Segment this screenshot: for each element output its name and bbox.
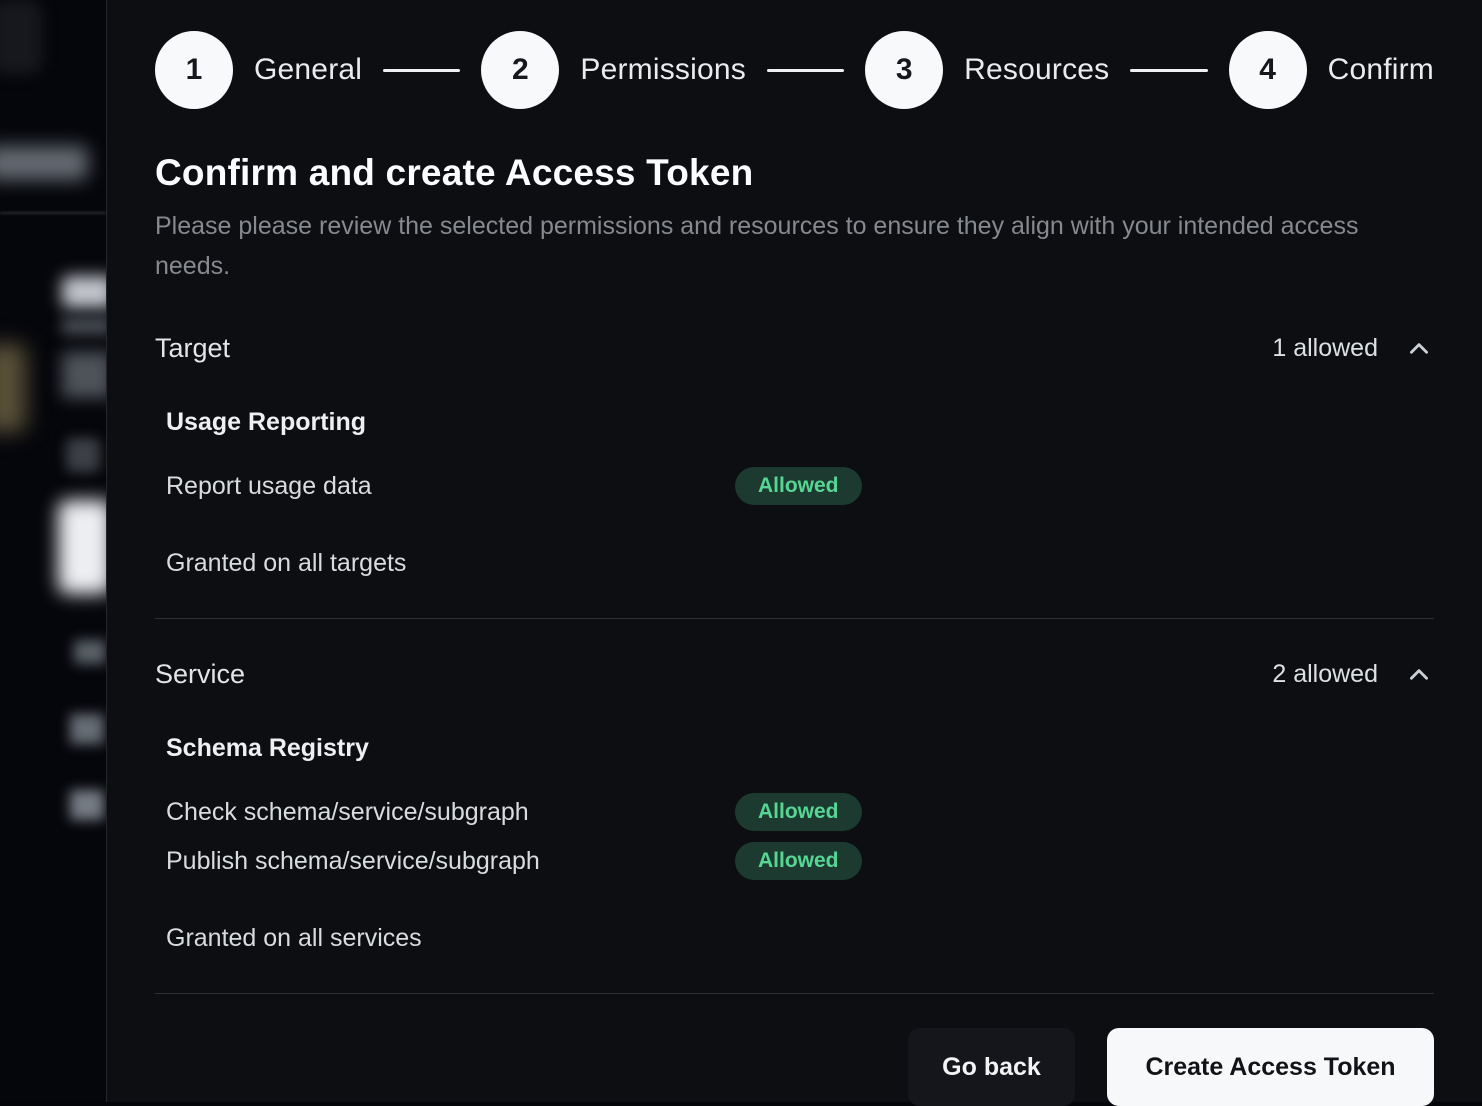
service-section-header: Service 2 allowed (155, 659, 1434, 690)
permission-label: Publish schema/service/subgraph (166, 847, 735, 876)
step-label: General (254, 53, 362, 87)
step-confirm[interactable]: 4 Confirm (1229, 31, 1434, 109)
footer-divider (155, 993, 1434, 994)
service-section-title: Service (155, 659, 245, 690)
permission-row: Publish schema/service/subgraph Allowed (166, 842, 1434, 880)
step-number-circle: 4 (1229, 31, 1307, 109)
service-granted-note: Granted on all services (166, 924, 1434, 953)
blurred-heading-text (62, 276, 106, 308)
step-label: Confirm (1328, 53, 1434, 87)
step-connector (1130, 69, 1207, 72)
schema-registry-permissions: Check schema/service/subgraph Allowed Pu… (166, 793, 1434, 880)
go-back-button[interactable]: Go back (908, 1028, 1075, 1106)
service-allowed-count: 2 allowed (1272, 660, 1378, 689)
schema-registry-group: Schema Registry Check schema/service/sub… (155, 734, 1434, 880)
step-connector (383, 69, 460, 72)
page-subtitle: Please please review the selected permis… (155, 206, 1390, 286)
blurred-list-item (74, 640, 106, 664)
permission-row: Check schema/service/subgraph Allowed (166, 793, 1434, 831)
chevron-up-icon (1406, 336, 1432, 362)
target-granted-note: Granted on all targets (166, 549, 1434, 578)
target-section-header: Target 1 allowed (155, 333, 1434, 364)
blurred-body-text (62, 352, 106, 398)
step-general[interactable]: 1 General (155, 31, 362, 109)
permission-row: Report usage data Allowed (166, 467, 1434, 505)
step-resources[interactable]: 3 Resources (865, 31, 1109, 109)
blurred-body-text (62, 318, 106, 334)
create-access-token-button[interactable]: Create Access Token (1107, 1028, 1434, 1106)
blurred-accent-panel (0, 344, 26, 432)
step-label: Resources (964, 53, 1109, 87)
blurred-list-item (70, 790, 104, 820)
service-section-summary: 2 allowed (1272, 660, 1434, 690)
permission-label: Report usage data (166, 472, 735, 501)
blurred-divider (0, 212, 106, 214)
blurred-white-button (58, 500, 106, 594)
step-number-circle: 2 (481, 31, 559, 109)
collapse-target-section-button[interactable] (1404, 334, 1434, 364)
create-access-token-modal: 1 General 2 Permissions 3 Resources 4 Co… (106, 0, 1482, 1102)
target-section-title: Target (155, 333, 230, 364)
stepper: 1 General 2 Permissions 3 Resources 4 Co… (155, 31, 1434, 109)
step-connector (767, 69, 844, 72)
step-number-circle: 3 (865, 31, 943, 109)
blurred-list-item (70, 714, 104, 744)
target-section-summary: 1 allowed (1272, 334, 1434, 364)
step-number-circle: 1 (155, 31, 233, 109)
usage-reporting-permissions: Report usage data Allowed (166, 467, 1434, 505)
blurred-small-icon (66, 438, 100, 472)
modal-footer: Go back Create Access Token (155, 1028, 1434, 1106)
target-allowed-count: 1 allowed (1272, 334, 1378, 363)
schema-registry-group-title: Schema Registry (166, 734, 1434, 763)
collapse-service-section-button[interactable] (1404, 660, 1434, 690)
status-badge: Allowed (735, 842, 862, 880)
page-title: Confirm and create Access Token (155, 152, 1434, 194)
status-badge: Allowed (735, 467, 862, 505)
permission-label: Check schema/service/subgraph (166, 798, 735, 827)
section-divider (155, 618, 1434, 619)
chevron-up-icon (1406, 662, 1432, 688)
usage-reporting-group-title: Usage Reporting (166, 408, 1434, 437)
step-permissions[interactable]: 2 Permissions (481, 31, 746, 109)
blurred-app-icon (0, 0, 42, 74)
step-label: Permissions (580, 53, 746, 87)
usage-reporting-group: Usage Reporting Report usage data Allowe… (155, 408, 1434, 505)
background-page-blurred (0, 0, 106, 1102)
status-badge: Allowed (735, 793, 862, 831)
blurred-nav-text (0, 146, 88, 180)
